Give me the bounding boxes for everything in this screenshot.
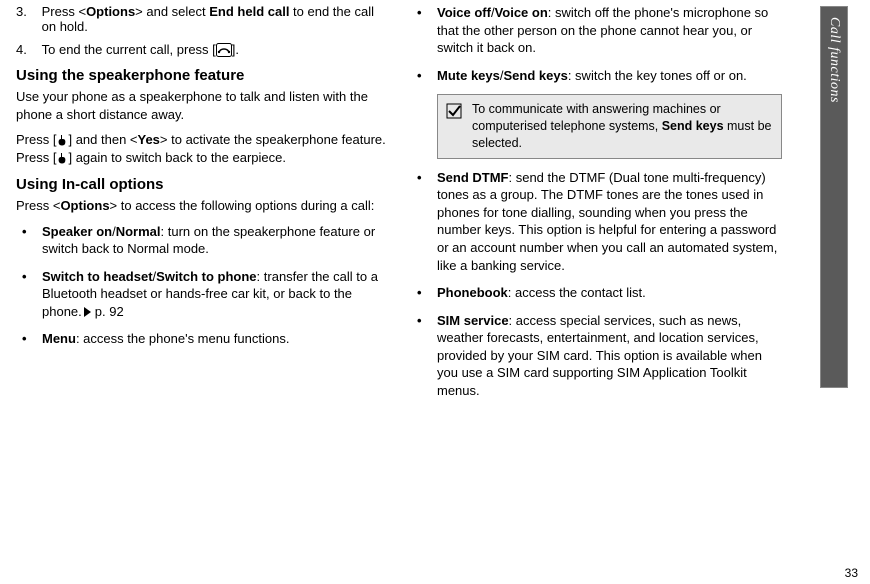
incall-options-list-right: Voice off/Voice on: switch off the phone… (411, 4, 782, 84)
heading-speakerphone: Using the speakerphone feature (16, 67, 387, 84)
step-3: 3. Press <Options> and select End held c… (16, 4, 387, 34)
end-call-icon (216, 43, 232, 57)
triangle-icon (84, 307, 91, 317)
incall-options-list-right-2: Send DTMF: send the DTMF (Dual tone mult… (411, 169, 782, 400)
note-box: To communicate with answering machines o… (437, 94, 782, 159)
right-column: Voice off/Voice on: switch off the phone… (399, 4, 794, 580)
list-item: Voice off/Voice on: switch off the phone… (411, 4, 782, 57)
left-column: 3. Press <Options> and select End held c… (4, 4, 399, 580)
list-item: Send DTMF: send the DTMF (Dual tone mult… (411, 169, 782, 274)
step-number: 4. (16, 42, 38, 57)
side-tab: Call functions (820, 6, 848, 388)
step-4: 4. To end the current call, press []. (16, 42, 387, 57)
list-item: Menu: access the phone's menu functions. (16, 330, 387, 348)
list-item: Switch to headset/Switch to phone: trans… (16, 268, 387, 321)
ok-key-icon (56, 151, 68, 165)
list-item: Speaker on/Normal: turn on the speakerph… (16, 223, 387, 258)
step-number: 3. (16, 4, 38, 19)
check-icon (446, 103, 462, 119)
side-tab-label: Call functions (826, 17, 842, 103)
step-body: Press <Options> and select End held call… (42, 4, 385, 34)
incall-options-list-left: Speaker on/Normal: turn on the speakerph… (16, 223, 387, 348)
page-number: 33 (845, 566, 858, 580)
ok-key-icon (56, 133, 68, 147)
paragraph-speakerphone-instr: Press [] and then <Yes> to activate the … (16, 131, 387, 166)
paragraph-incall-intro: Press <Options> to access the following … (16, 197, 387, 215)
paragraph-speakerphone-intro: Use your phone as a speakerphone to talk… (16, 88, 387, 123)
step-body: To end the current call, press []. (42, 42, 385, 57)
list-item: Mute keys/Send keys: switch the key tone… (411, 67, 782, 85)
list-item: SIM service: access special services, su… (411, 312, 782, 400)
list-item: Phonebook: access the contact list. (411, 284, 782, 302)
page: 3. Press <Options> and select End held c… (0, 0, 870, 584)
heading-incall: Using In-call options (16, 176, 387, 193)
